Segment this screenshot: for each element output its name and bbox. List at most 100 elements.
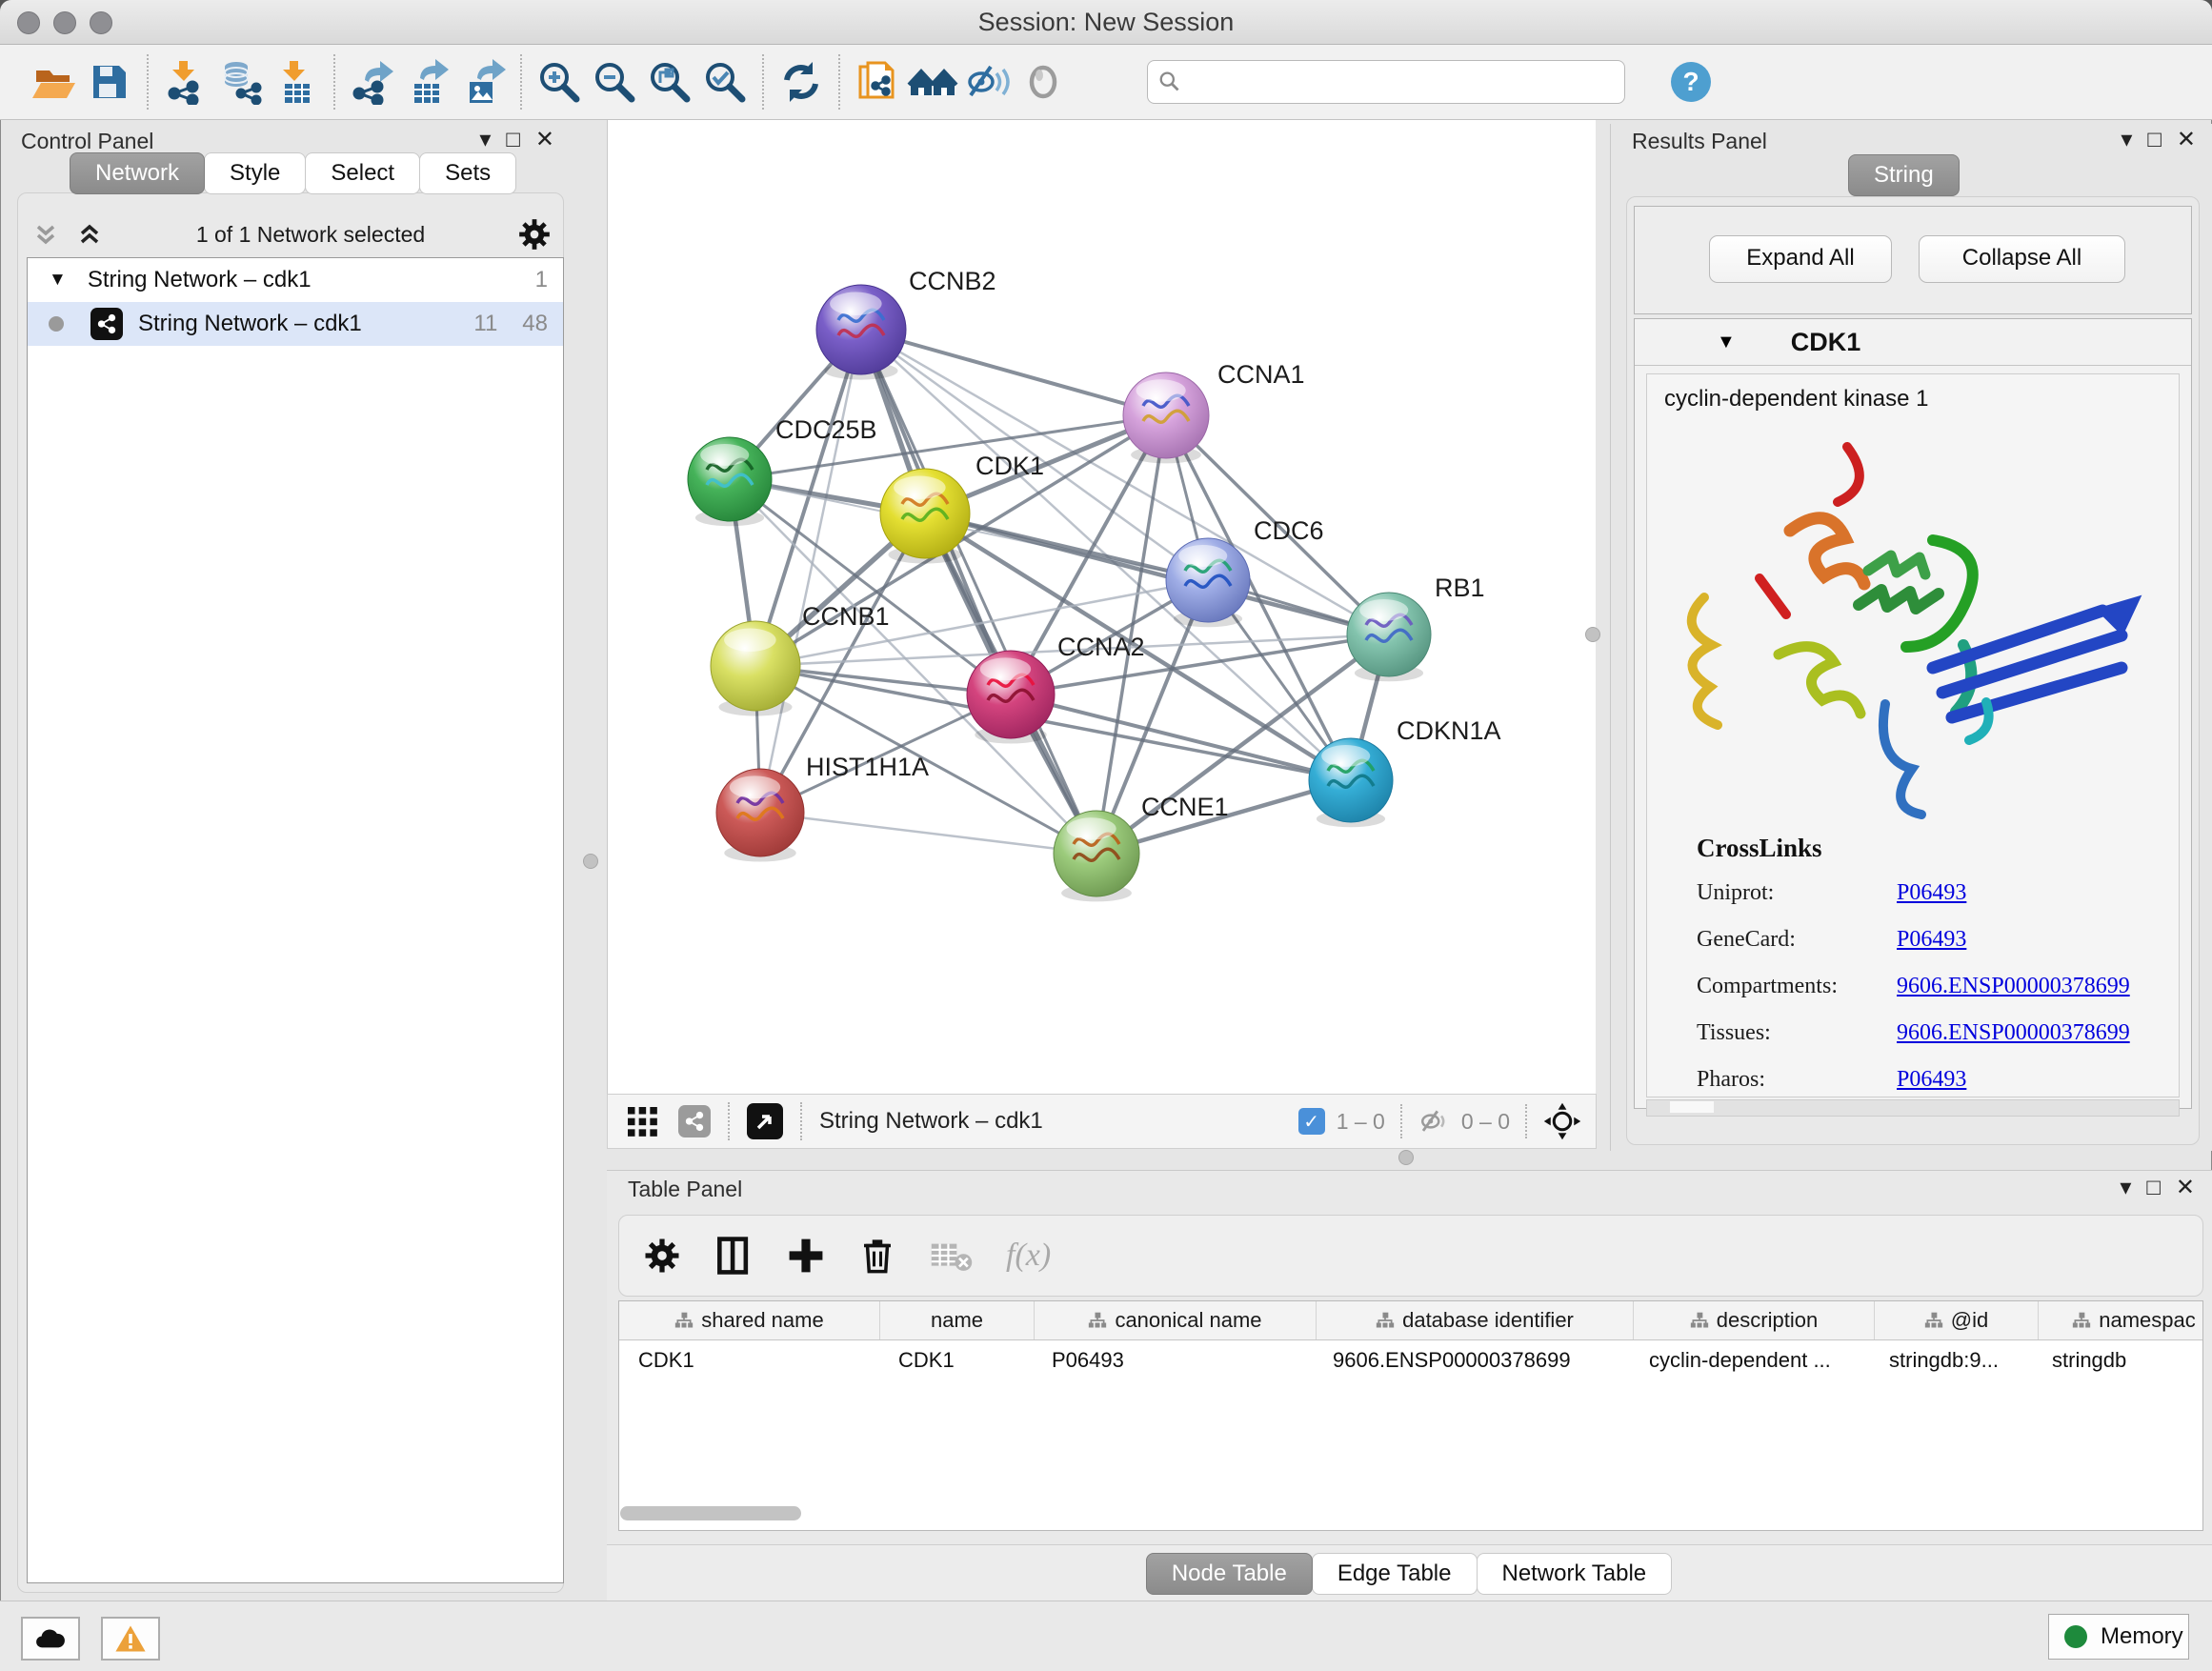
zoom-out-button[interactable] — [587, 55, 642, 109]
warnings-button[interactable] — [101, 1617, 160, 1661]
panel-close-icon[interactable]: ✕ — [2177, 127, 2196, 152]
network-row[interactable]: String Network – cdk1 11 48 — [28, 302, 563, 346]
column-header[interactable]: namespac — [2039, 1301, 2203, 1339]
node-label-CDK1: CDK1 — [975, 452, 1044, 480]
grid-view-icon[interactable] — [623, 1102, 661, 1140]
node-table[interactable]: shared namenamecanonical namedatabase id… — [618, 1300, 2203, 1531]
table-cell[interactable]: cyclin-dependent ... — [1630, 1340, 1870, 1380]
node-label-CCNE1: CCNE1 — [1141, 793, 1229, 821]
delete-column-icon[interactable] — [857, 1235, 897, 1277]
memory-button[interactable]: Memory — [2048, 1614, 2189, 1660]
open-session-button[interactable] — [27, 55, 82, 109]
import-table-button[interactable] — [269, 55, 324, 109]
help-button[interactable]: ? — [1663, 55, 1719, 109]
table-cell[interactable]: 9606.ENSP00000378699 — [1314, 1340, 1630, 1380]
selected-checkbox-icon[interactable]: ✓ — [1298, 1108, 1325, 1135]
tab-style[interactable]: Style — [204, 152, 306, 194]
refresh-layout-button[interactable] — [774, 55, 829, 109]
zoom-fit-button[interactable] — [642, 55, 697, 109]
tab-edge-table[interactable]: Edge Table — [1312, 1553, 1478, 1595]
create-column-icon[interactable] — [785, 1235, 827, 1277]
panel-float-icon[interactable]: □ — [2146, 1175, 2176, 1200]
export-table-button[interactable] — [400, 55, 455, 109]
crosslink-row: Compartments:9606.ENSP00000378699 — [1697, 974, 2179, 999]
crosslink-link[interactable]: 9606.ENSP00000378699 — [1897, 974, 2130, 999]
results-scrollbar[interactable] — [1646, 1099, 2180, 1117]
show-columns-icon[interactable] — [713, 1235, 754, 1277]
column-header[interactable]: shared name — [619, 1301, 880, 1339]
tab-string-results[interactable]: String — [1848, 154, 1960, 196]
column-header[interactable]: canonical name — [1035, 1301, 1317, 1339]
panel-float-icon[interactable]: □ — [506, 127, 535, 152]
panel-collapse-icon[interactable]: ▾ — [2120, 1175, 2146, 1200]
table-cell[interactable]: CDK1 — [619, 1340, 879, 1380]
search-input[interactable] — [1182, 69, 1615, 95]
collapse-all-button[interactable]: Collapse All — [1919, 235, 2125, 283]
panel-collapse-icon[interactable]: ▾ — [2121, 127, 2147, 152]
zoom-selected-button[interactable] — [697, 55, 753, 109]
birds-eye-view-icon[interactable] — [747, 1103, 783, 1139]
presentation-mode-button[interactable] — [1016, 55, 1071, 109]
protein-structure-image — [1647, 418, 2180, 828]
panel-collapse-icon[interactable]: ▾ — [479, 127, 506, 152]
warning-icon — [114, 1624, 147, 1653]
tab-node-table[interactable]: Node Table — [1146, 1553, 1313, 1595]
left-splitter-handle[interactable] — [583, 854, 598, 869]
tab-select[interactable]: Select — [305, 152, 420, 194]
collection-network-count: 1 — [535, 267, 548, 293]
column-header[interactable]: description — [1634, 1301, 1875, 1339]
edge-count: 48 — [522, 311, 548, 337]
tab-sets[interactable]: Sets — [419, 152, 516, 194]
column-header[interactable]: name — [880, 1301, 1035, 1339]
crosslink-link[interactable]: P06493 — [1897, 927, 1966, 953]
tab-network-table[interactable]: Network Table — [1477, 1553, 1673, 1595]
zoom-in-button[interactable] — [532, 55, 587, 109]
right-splitter-handle[interactable] — [1585, 627, 1600, 642]
application-window: Session: New Session — [0, 0, 2212, 1671]
import-network-from-database-button[interactable] — [213, 55, 269, 109]
horizontal-splitter-handle[interactable] — [1398, 1150, 1414, 1165]
home-button[interactable] — [905, 55, 960, 109]
import-network-button[interactable] — [158, 55, 213, 109]
crosslink-link[interactable]: P06493 — [1897, 880, 1966, 906]
tab-network[interactable]: Network — [70, 152, 205, 194]
table-options-gear-icon[interactable] — [642, 1236, 682, 1276]
collapse-all-icon[interactable] — [30, 219, 61, 250]
export-image-button[interactable] — [455, 55, 511, 109]
search-field[interactable] — [1147, 60, 1625, 104]
expand-all-icon[interactable] — [74, 219, 105, 250]
panel-close-icon[interactable]: ✕ — [535, 127, 554, 152]
network-collection-row[interactable]: ▼ String Network – cdk1 1 — [28, 258, 563, 302]
tree-expander-icon[interactable]: ▼ — [49, 270, 67, 291]
control-panel: Control Panel ▾□✕ NetworkStyleSelectSets… — [8, 124, 572, 1599]
table-horizontal-scrollbar[interactable] — [620, 1506, 801, 1520]
table-cell[interactable]: P06493 — [1033, 1340, 1314, 1380]
share-session-file-button[interactable] — [850, 55, 905, 109]
hide-panels-button[interactable] — [960, 55, 1016, 109]
crosslink-label: Uniprot: — [1697, 880, 1897, 906]
crosslink-link[interactable]: P06493 — [1897, 1067, 1966, 1093]
collection-label: String Network – cdk1 — [88, 267, 312, 293]
gene-symbol: CDK1 — [1791, 328, 1861, 357]
save-session-button[interactable] — [82, 55, 137, 109]
column-header[interactable]: database identifier — [1317, 1301, 1634, 1339]
table-cell[interactable]: stringdb — [2033, 1340, 2203, 1380]
export-network-button[interactable] — [345, 55, 400, 109]
crosslink-link[interactable]: 9606.ENSP00000378699 — [1897, 1020, 2130, 1046]
network-canvas[interactable]: CCNB2CCNA1CDC25BCDK1CDC6RB1CCNB1CCNA2CDK… — [608, 120, 1596, 1094]
fit-crosshair-icon[interactable] — [1542, 1101, 1582, 1141]
table-cell[interactable]: stringdb:9... — [1870, 1340, 2033, 1380]
table-row[interactable]: CDK1CDK1P064939606.ENSP00000378699cyclin… — [619, 1340, 2202, 1380]
crosslink-row: Pharos:P06493 — [1697, 1067, 2179, 1093]
cloud-status-button[interactable] — [21, 1617, 80, 1661]
column-header[interactable]: @id — [1875, 1301, 2039, 1339]
network-share-view-icon[interactable] — [678, 1105, 711, 1137]
options-gear-icon[interactable] — [516, 216, 553, 252]
results-panel: Results Panel ▾□✕ String Expand All Coll… — [1610, 124, 2212, 1151]
gene-expander-icon[interactable]: ▼ — [1717, 332, 1736, 353]
panel-close-icon[interactable]: ✕ — [2176, 1175, 2195, 1200]
selected-counts: 1 – 0 — [1337, 1109, 1385, 1135]
expand-all-button[interactable]: Expand All — [1709, 235, 1892, 283]
table-cell[interactable]: CDK1 — [879, 1340, 1033, 1380]
panel-float-icon[interactable]: □ — [2147, 127, 2177, 152]
